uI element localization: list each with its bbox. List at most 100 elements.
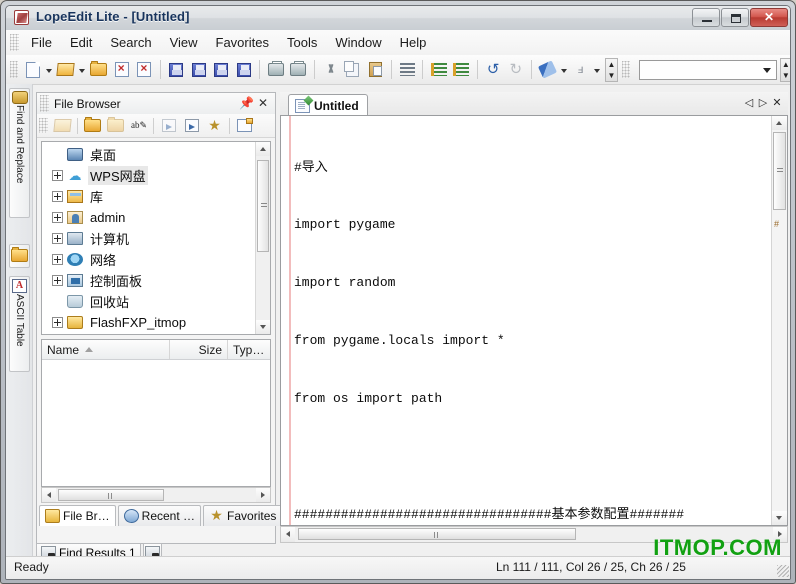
menu-edit[interactable]: Edit [61,32,101,53]
restore-button[interactable] [721,8,749,27]
column-type[interactable]: Typ… [228,340,270,359]
expander-icon[interactable] [52,317,63,328]
dock-tab-folder[interactable] [9,244,30,268]
file-list[interactable]: Name Size Typ… [41,339,271,487]
scroll-right-arrow[interactable] [256,488,270,502]
new-file-dropdown[interactable] [44,59,54,81]
dock-tab-ascii-table[interactable]: A ASCII Table [9,276,30,372]
menu-view[interactable]: View [161,32,207,53]
copy-button[interactable] [342,59,363,81]
scroll-up-arrow[interactable] [772,116,787,130]
open-file-button[interactable] [56,59,77,81]
indent-decrease-button[interactable] [451,59,472,81]
clear-format-dropdown[interactable] [592,59,602,81]
expander-icon[interactable] [52,191,63,202]
tree-item-network[interactable]: 网络 [44,249,256,270]
menu-grip[interactable] [10,34,19,51]
toolbar-combo[interactable] [639,59,777,80]
highlight-button[interactable] [537,59,558,81]
save-as-button[interactable] [188,59,209,81]
tab-favorites[interactable]: ★ Favorites [203,505,283,526]
expander-icon[interactable] [52,212,63,223]
up-folder-button[interactable] [105,116,126,136]
expander-icon[interactable] [52,275,63,286]
print-preview-button[interactable] [288,59,309,81]
tree-item-imageout[interactable]: imageout [44,333,256,334]
clear-format-button[interactable]: ⅎ [570,59,591,81]
word-wrap-button[interactable] [397,59,418,81]
hscroll-thumb[interactable] [298,528,576,540]
close-button[interactable]: ✕ [750,8,788,27]
close-all-files-button[interactable] [134,59,155,81]
tab-prev-button[interactable]: ◁ [742,96,756,109]
menu-help[interactable]: Help [391,32,436,53]
toolbar-grip[interactable] [10,61,19,78]
scroll-left-arrow[interactable] [42,488,56,502]
scroll-left-arrow[interactable] [281,527,295,542]
column-size[interactable]: Size [170,340,228,359]
tree-item-control-panel[interactable]: 控制面板 [44,270,256,291]
tree-item-wps-cloud[interactable]: ☁ WPS网盘 [44,165,256,186]
cut-button[interactable] [320,59,341,81]
tab-close-button[interactable]: ✕ [770,96,784,109]
tree-scrollbar[interactable] [255,142,270,334]
close-file-button[interactable] [111,59,132,81]
highlight-dropdown[interactable] [559,59,569,81]
editor-hscrollbar[interactable] [280,526,788,543]
add-favorite-button[interactable]: ★ [204,116,225,136]
toolbar-overflow-button[interactable]: ▲ ▼ [605,57,618,82]
editor-vscrollbar[interactable]: # [771,116,787,525]
hscroll-thumb[interactable] [58,489,164,501]
tree-item-flashfxp[interactable]: FlashFXP_itmop [44,312,256,333]
menu-search[interactable]: Search [101,32,160,53]
tree-item-admin[interactable]: admin [44,207,256,228]
menu-file[interactable]: File [22,32,61,53]
menu-favorites[interactable]: Favorites [207,32,278,53]
toolbar-overflow-button-2[interactable]: ▲ ▼ [779,57,790,82]
tree-item-desktop[interactable]: 桌面 [44,144,256,165]
scroll-right-arrow[interactable] [773,527,787,542]
tab-file-browser[interactable]: File Br… [39,505,116,526]
column-name[interactable]: Name [42,340,170,359]
pin-icon[interactable]: 📌 [239,96,254,111]
open-file-dropdown[interactable] [77,59,87,81]
paste-button[interactable] [365,59,386,81]
scroll-thumb[interactable] [773,132,786,210]
scroll-down-arrow[interactable] [256,320,270,334]
save-copy-button[interactable] [211,59,232,81]
expander-icon[interactable] [52,233,63,244]
redo-button[interactable]: ↻ [505,59,526,81]
scroll-thumb[interactable] [257,160,269,252]
move-to-button[interactable] [181,116,202,136]
new-file-button[interactable] [22,59,43,81]
open-folder-button[interactable] [82,116,103,136]
tree-item-computer[interactable]: 计算机 [44,228,256,249]
code-editor[interactable]: #导入 import pygame import random from pyg… [280,115,788,526]
scroll-up-arrow[interactable] [256,142,270,156]
dock-tab-find-and-replace[interactable]: Find and Replace [9,88,30,218]
folder-tree[interactable]: 桌面 ☁ WPS网盘 库 admin 计算机 网络 控制面板 回收站 Flash… [41,141,271,335]
copy-to-button[interactable] [158,116,179,136]
rename-button[interactable]: ab✎ [128,116,149,136]
tree-item-library[interactable]: 库 [44,186,256,207]
tab-recent[interactable]: Recent … [117,505,202,526]
open-favorite-button[interactable] [89,59,110,81]
tab-next-button[interactable]: ▷ [756,96,770,109]
resize-grip[interactable] [777,565,789,577]
tree-item-recycle-bin[interactable]: 回收站 [44,291,256,312]
undo-button[interactable]: ↺ [483,59,504,81]
file-list-hscrollbar[interactable] [41,487,271,503]
panel-grip[interactable] [40,95,49,112]
expander-icon[interactable] [52,170,63,181]
menu-tools[interactable]: Tools [278,32,326,53]
save-all-button[interactable] [234,59,255,81]
document-tab-untitled[interactable]: Untitled [288,94,368,116]
menu-window[interactable]: Window [326,32,390,53]
scroll-down-arrow[interactable] [772,511,787,525]
fb-toolbar-grip[interactable] [39,118,48,133]
back-folder-button[interactable] [52,116,73,136]
toolbar-grip-2[interactable] [621,61,631,78]
save-button[interactable] [166,59,187,81]
close-icon[interactable]: ✕ [256,96,270,111]
minimize-button[interactable] [692,8,720,27]
